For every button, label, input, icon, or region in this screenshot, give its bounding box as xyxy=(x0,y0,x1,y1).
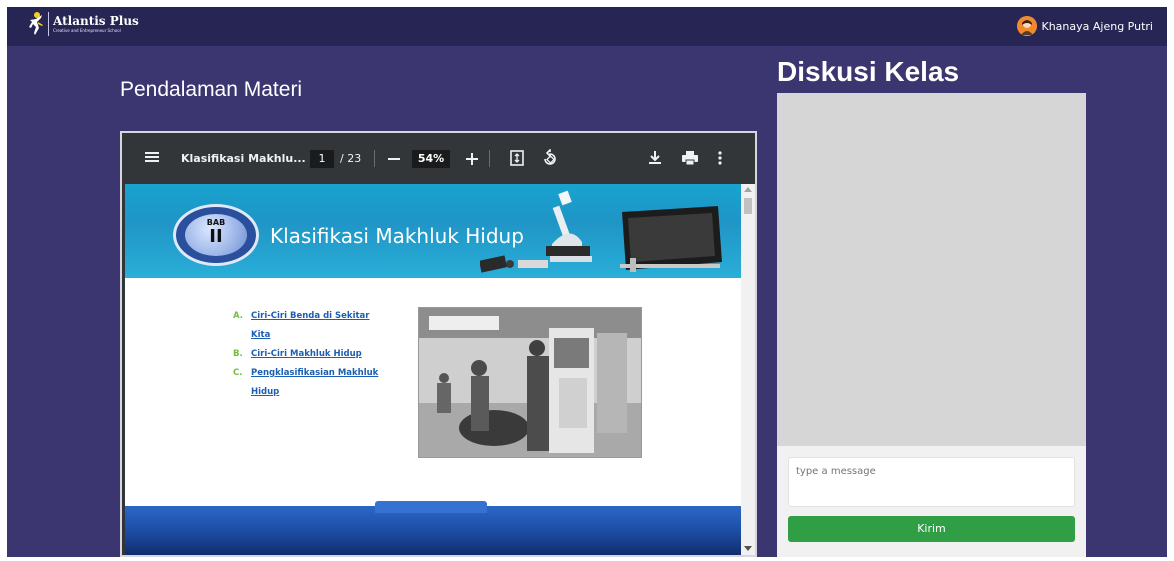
pdf-viewer: Klasifikasi Makhlu... 1 / 23 54% BAB II … xyxy=(120,131,757,557)
toolbar-divider xyxy=(489,150,490,167)
scroll-up-icon[interactable] xyxy=(744,187,752,192)
toc-item-letter: B. xyxy=(233,349,243,359)
page-number-input[interactable]: 1 xyxy=(310,150,334,168)
download-icon[interactable] xyxy=(649,150,661,170)
page-footer-band xyxy=(125,506,741,555)
logo-divider xyxy=(48,12,49,36)
print-icon[interactable] xyxy=(682,150,698,170)
toolbar-divider xyxy=(374,150,375,167)
message-input[interactable] xyxy=(788,457,1075,507)
toc-item[interactable]: A. Ciri-Ciri Benda di Sekitar Kita xyxy=(233,307,393,345)
toc-item-link[interactable]: Ciri-Ciri Benda di Sekitar Kita xyxy=(251,307,381,345)
pdf-scrollbar[interactable] xyxy=(741,184,755,555)
toc-item[interactable]: B. Ciri-Ciri Makhluk Hidup xyxy=(233,345,393,364)
discussion-panel: Kirim xyxy=(777,93,1086,557)
zoom-level[interactable]: 54% xyxy=(412,150,450,168)
rotate-icon[interactable] xyxy=(541,148,559,171)
menu-icon[interactable] xyxy=(145,149,159,168)
toc-item-link[interactable]: Ciri-Ciri Makhluk Hidup xyxy=(251,345,381,364)
chapter-badge: BAB II xyxy=(173,204,259,266)
scroll-thumb[interactable] xyxy=(744,198,752,214)
app-frame: Atlantis Plus Creative and Entrepreneur … xyxy=(7,7,1167,557)
chapter-photo xyxy=(418,307,642,458)
pdf-document-title: Klasifikasi Makhlu... xyxy=(181,152,306,165)
brand-tagline: Creative and Entrepreneur School xyxy=(53,28,121,33)
brand-logo[interactable]: Atlantis Plus Creative and Entrepreneur … xyxy=(27,11,139,37)
fit-page-icon[interactable] xyxy=(510,150,524,170)
user-name: Khanaya Ajeng Putri xyxy=(1041,19,1154,33)
page-footer-tab xyxy=(375,501,487,513)
zoom-out-icon[interactable] xyxy=(388,151,400,170)
pdf-toolbar: Klasifikasi Makhlu... 1 / 23 54% xyxy=(122,133,755,184)
scroll-down-icon[interactable] xyxy=(744,546,752,551)
user-menu[interactable]: Khanaya Ajeng Putri xyxy=(1016,16,1154,36)
avatar xyxy=(1016,16,1037,36)
toc-item-letter: C. xyxy=(233,368,243,378)
toc-item[interactable]: C. Pengklasifikasian Makhluk Hidup xyxy=(233,364,393,402)
page-title: Pendalaman Materi xyxy=(120,78,303,101)
brand-name: Atlantis Plus xyxy=(53,14,139,28)
discussion-title: Diskusi Kelas xyxy=(777,56,960,87)
chat-messages-area xyxy=(777,93,1086,446)
table-of-contents: A. Ciri-Ciri Benda di Sekitar Kita B. Ci… xyxy=(233,307,393,402)
chapter-badge-number: II xyxy=(209,226,223,247)
more-options-icon[interactable] xyxy=(718,150,722,170)
lab-equipment-illustration xyxy=(480,190,722,273)
toc-item-letter: A. xyxy=(233,311,243,321)
chapter-banner: BAB II Klasifikasi Makhluk Hidup xyxy=(125,184,741,278)
send-button[interactable]: Kirim xyxy=(788,516,1075,542)
page-total: / 23 xyxy=(340,152,362,165)
brand-logo-icon xyxy=(27,11,45,37)
toc-item-link[interactable]: Pengklasifikasian Makhluk Hidup xyxy=(251,364,381,402)
top-navbar: Atlantis Plus Creative and Entrepreneur … xyxy=(7,7,1167,46)
zoom-in-icon[interactable] xyxy=(466,151,478,170)
pdf-page: BAB II Klasifikasi Makhluk Hidup A. Ciri… xyxy=(125,184,741,555)
